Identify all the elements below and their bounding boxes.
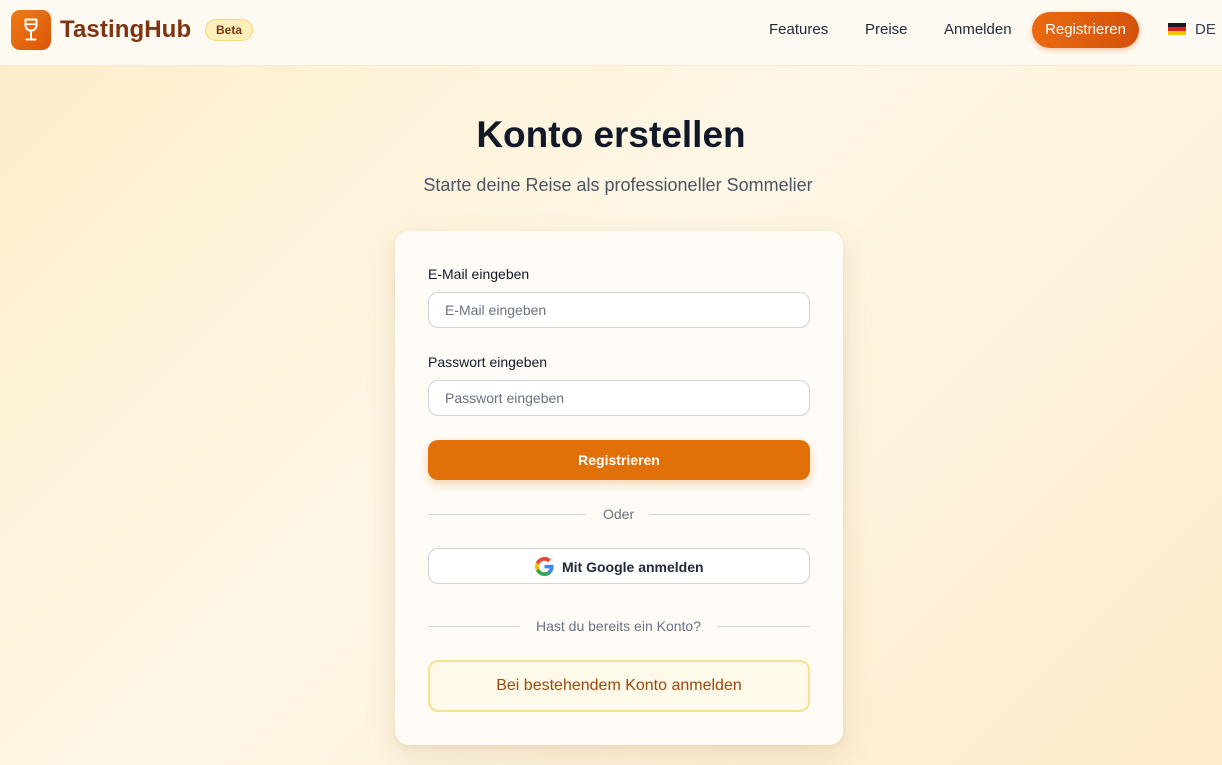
google-signin-button[interactable]: Mit Google anmelden — [428, 548, 810, 584]
google-logo-icon — [535, 557, 554, 576]
email-label: E-Mail eingeben — [428, 266, 530, 282]
divider-line — [650, 514, 810, 515]
divider-line — [428, 514, 586, 515]
google-signin-label: Mit Google anmelden — [562, 559, 704, 575]
existing-account-text: Hast du bereits ein Konto? — [536, 618, 701, 634]
divider-line — [428, 626, 520, 627]
beta-badge: Beta — [205, 19, 253, 41]
register-submit-button[interactable]: Registrieren — [428, 440, 810, 480]
top-navigation-bar: TastingHub Beta Features Preise Anmelden… — [0, 0, 1222, 66]
language-code: DE — [1195, 21, 1216, 38]
nav-register-button[interactable]: Registrieren — [1032, 12, 1139, 48]
login-existing-account-button[interactable]: Bei bestehendem Konto anmelden — [428, 660, 810, 712]
or-divider-text: Oder — [603, 506, 635, 522]
nav-pricing-link[interactable]: Preise — [865, 21, 908, 38]
page-title: Konto erstellen — [476, 114, 746, 155]
divider-line — [717, 626, 810, 627]
wine-glass-icon — [24, 18, 38, 41]
password-label: Passwort eingeben — [428, 354, 548, 370]
nav-features-link[interactable]: Features — [769, 21, 828, 38]
page-subtitle: Starte deine Reise als professioneller S… — [423, 175, 813, 195]
email-field[interactable] — [428, 292, 810, 328]
password-field[interactable] — [428, 380, 810, 416]
brand-name[interactable]: TastingHub — [60, 16, 191, 44]
signup-card: E-Mail eingeben Passwort eingeben Regist… — [395, 231, 843, 745]
germany-flag-icon — [1168, 23, 1186, 35]
nav-login-link[interactable]: Anmelden — [944, 21, 1012, 38]
logo[interactable] — [11, 10, 51, 50]
